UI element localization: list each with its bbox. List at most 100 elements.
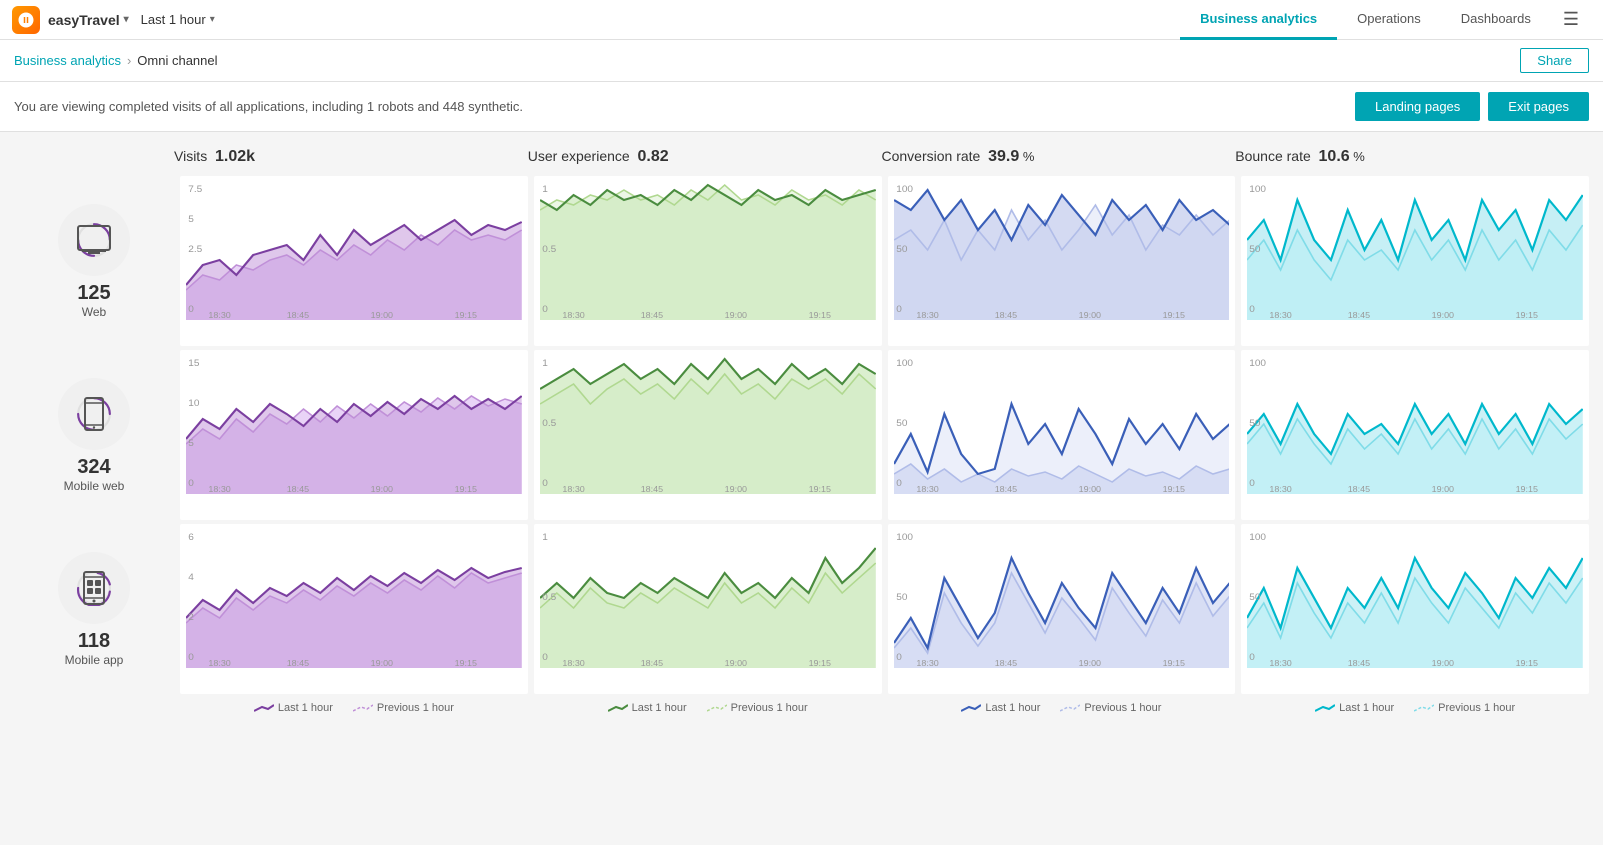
svg-text:18:30: 18:30 [1270,658,1293,667]
conversion-last-hour-legend: Last 1 hour [961,702,1040,714]
svg-text:18:45: 18:45 [994,658,1017,667]
time-range-selector[interactable]: Last 1 hour ▾ [141,12,215,27]
app-name[interactable]: easyTravel ▾ [48,12,129,28]
svg-text:18:30: 18:30 [916,484,939,493]
svg-text:19:15: 19:15 [455,310,478,319]
svg-text:0: 0 [542,304,548,314]
svg-text:19:15: 19:15 [1516,658,1539,667]
top-navigation: easyTravel ▾ Last 1 hour ▾ Business anal… [0,0,1603,40]
svg-text:0: 0 [542,478,548,488]
svg-text:19:15: 19:15 [808,310,831,319]
conversion-legend: Last 1 hour Previous 1 hour [888,698,1236,718]
svg-text:19:15: 19:15 [1516,310,1539,319]
mobileweb-name: Mobile web [64,479,125,493]
svg-text:19:15: 19:15 [455,484,478,493]
svg-text:5: 5 [188,214,194,224]
svg-text:0: 0 [188,652,194,662]
svg-text:100: 100 [1249,358,1266,368]
svg-text:19:00: 19:00 [1432,658,1455,667]
svg-text:0.5: 0.5 [542,418,556,428]
svg-text:2.5: 2.5 [188,244,202,254]
main-content: Visits 1.02k User experience 0.82 Conver… [0,132,1603,730]
landing-pages-button[interactable]: Landing pages [1355,92,1480,121]
breadcrumb-separator: › [127,53,131,68]
mobileapp-count: 118 [78,630,110,653]
svg-text:18:30: 18:30 [562,658,585,667]
mobileapp-bounce-chart: 100 50 0 18:30 18:45 19:00 19:15 [1241,524,1589,694]
svg-text:19:15: 19:15 [808,658,831,667]
app-chevron-icon: ▾ [124,14,129,25]
svg-text:18:30: 18:30 [1270,310,1293,319]
share-button[interactable]: Share [1520,48,1589,73]
svg-text:18:45: 18:45 [287,484,310,493]
svg-text:1: 1 [542,532,548,542]
mobileweb-conversion-chart: 100 50 0 18:30 18:45 19:00 19:15 [888,350,1236,520]
visits-last-hour-legend: Last 1 hour [254,702,333,714]
web-visits-chart: 7.5 5 2.5 0 18:30 18:45 19:00 19:15 [180,176,528,346]
web-count: 125 [77,282,110,305]
mobileapp-ux-chart: 1 0.5 0 18:30 18:45 19:00 19:15 [534,524,882,694]
data-grid: 125 Web 7.5 5 2.5 0 18:30 18:45 [14,176,1589,718]
svg-text:0.5: 0.5 [542,244,556,254]
svg-text:18:30: 18:30 [562,484,585,493]
svg-text:19:15: 19:15 [1162,310,1185,319]
time-chevron-icon: ▾ [210,14,215,25]
svg-text:19:15: 19:15 [1162,658,1185,667]
exit-pages-button[interactable]: Exit pages [1488,92,1589,121]
bounce-prev-hour-legend: Previous 1 hour [1414,702,1515,714]
ux-prev-hour-legend: Previous 1 hour [707,702,808,714]
svg-text:19:00: 19:00 [371,658,394,667]
svg-text:18:45: 18:45 [994,310,1017,319]
svg-text:18:30: 18:30 [208,658,231,667]
svg-text:0: 0 [1249,652,1255,662]
svg-text:18:45: 18:45 [287,658,310,667]
tab-dashboards[interactable]: Dashboards [1441,0,1551,40]
info-bar: You are viewing completed visits of all … [0,82,1603,132]
tab-operations[interactable]: Operations [1337,0,1441,40]
svg-text:0: 0 [896,652,902,662]
svg-text:19:15: 19:15 [808,484,831,493]
app-logo[interactable] [12,6,40,34]
web-icon-wrap [58,204,130,276]
svg-text:15: 15 [188,358,199,368]
hamburger-menu-icon[interactable]: ☰ [1551,9,1591,30]
svg-text:18:45: 18:45 [640,310,663,319]
mobileweb-count: 324 [77,456,110,479]
mobileweb-icon-wrap [58,378,130,450]
svg-text:19:00: 19:00 [724,484,747,493]
svg-text:0: 0 [896,304,902,314]
svg-text:18:30: 18:30 [916,310,939,319]
svg-text:19:00: 19:00 [371,310,394,319]
svg-text:18:45: 18:45 [1348,310,1371,319]
mobileweb-ux-chart: 1 0.5 0 18:30 18:45 19:00 19:15 [534,350,882,520]
mobileweb-bounce-chart: 100 50 0 18:30 18:45 19:00 19:15 [1241,350,1589,520]
svg-text:18:30: 18:30 [562,310,585,319]
tab-business-analytics[interactable]: Business analytics [1180,0,1337,40]
svg-text:18:30: 18:30 [208,484,231,493]
svg-text:100: 100 [896,358,913,368]
web-conversion-chart: 100 50 0 18:30 18:45 19:00 19:15 [888,176,1236,346]
nav-right: Business analytics Operations Dashboards… [1180,0,1591,40]
info-text: You are viewing completed visits of all … [14,99,523,114]
conversion-metric-label: Conversion rate 39.9 % [882,144,1236,170]
bounce-metric-label: Bounce rate 10.6 % [1235,144,1589,170]
svg-text:19:00: 19:00 [1078,484,1101,493]
svg-text:19:00: 19:00 [724,310,747,319]
visits-prev-hour-legend: Previous 1 hour [353,702,454,714]
svg-text:19:00: 19:00 [1432,484,1455,493]
svg-text:19:15: 19:15 [1516,484,1539,493]
svg-text:0: 0 [1249,478,1255,488]
svg-text:100: 100 [1249,184,1266,194]
web-name: Web [82,305,106,319]
ux-metric-label: User experience 0.82 [528,144,882,170]
mobileapp-device-icon [76,570,112,606]
web-ux-chart: 1 0.5 0 18:30 18:45 19:00 19:15 [534,176,882,346]
svg-text:18:30: 18:30 [208,310,231,319]
svg-text:5: 5 [188,438,194,448]
svg-text:18:45: 18:45 [287,310,310,319]
ux-legend: Last 1 hour Previous 1 hour [534,698,882,718]
svg-text:10: 10 [188,398,199,408]
breadcrumb-parent[interactable]: Business analytics [14,53,121,68]
web-bounce-chart: 100 50 0 18:30 18:45 19:00 19:15 [1241,176,1589,346]
svg-text:18:45: 18:45 [640,484,663,493]
